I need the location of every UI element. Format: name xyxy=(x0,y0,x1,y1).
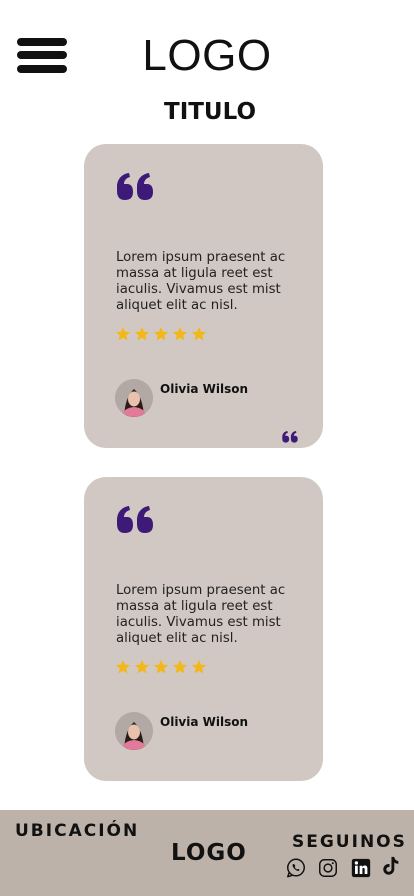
footer-follow-label: SEGUINOS xyxy=(292,832,407,852)
footer: UBICACIÓN LOGO SEGUINOS xyxy=(0,810,414,896)
testimonial-quote: Lorem ipsum praesent ac massa at ligula … xyxy=(116,583,286,646)
instagram-icon[interactable] xyxy=(317,857,339,879)
star-icon xyxy=(172,660,188,674)
author-name: Olivia Wilson xyxy=(160,715,249,729)
star-icon xyxy=(115,327,131,341)
quote-open-icon xyxy=(117,173,153,200)
quote-close-icon xyxy=(282,431,298,443)
avatar xyxy=(115,712,153,750)
footer-logo[interactable]: LOGO xyxy=(171,840,247,866)
star-icon xyxy=(134,660,150,674)
rating-stars xyxy=(115,659,207,675)
star-icon xyxy=(115,660,131,674)
author-name: Olivia Wilson xyxy=(160,382,249,396)
avatar xyxy=(115,379,153,417)
quote-open-icon xyxy=(117,506,153,533)
testimonial-card: Lorem ipsum praesent ac massa at ligula … xyxy=(84,144,323,448)
star-icon xyxy=(134,327,150,341)
page-title: TITULO xyxy=(164,99,256,125)
whatsapp-icon[interactable] xyxy=(285,857,307,879)
tiktok-icon[interactable] xyxy=(380,855,402,877)
footer-location-label[interactable]: UBICACIÓN xyxy=(15,821,139,841)
rating-stars xyxy=(115,326,207,342)
testimonial-card: Lorem ipsum praesent ac massa at ligula … xyxy=(84,477,323,781)
star-icon xyxy=(153,660,169,674)
header-logo[interactable]: LOGO xyxy=(0,30,414,82)
linkedin-icon[interactable] xyxy=(350,857,372,879)
star-icon xyxy=(172,327,188,341)
star-icon xyxy=(153,327,169,341)
star-icon xyxy=(191,327,207,341)
star-icon xyxy=(191,660,207,674)
testimonial-quote: Lorem ipsum praesent ac massa at ligula … xyxy=(116,250,286,313)
